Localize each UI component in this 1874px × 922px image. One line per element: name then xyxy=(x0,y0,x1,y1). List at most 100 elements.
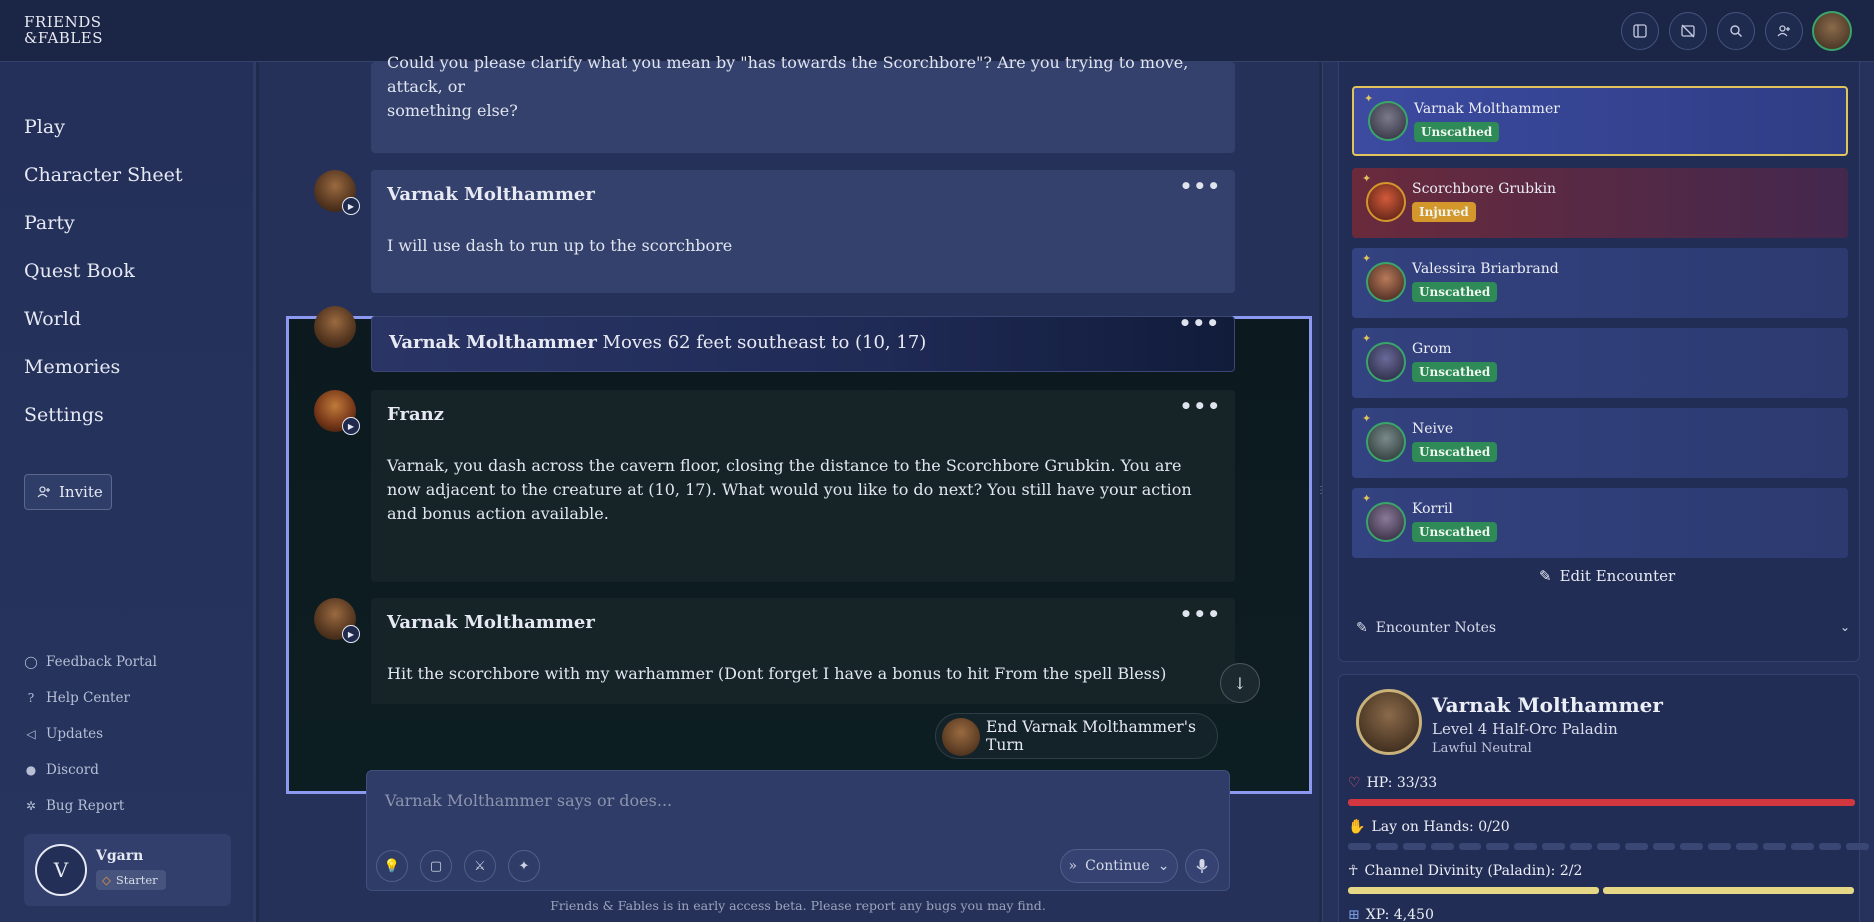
channel-divinity-bar xyxy=(1348,887,1854,894)
nav-settings[interactable]: Settings xyxy=(24,404,104,426)
add-user-icon xyxy=(1777,25,1790,37)
microphone-button[interactable] xyxy=(1185,849,1219,883)
panel-resize-handle[interactable]: ⋮ xyxy=(1316,485,1326,499)
add-user-button[interactable] xyxy=(1765,12,1803,50)
lay-on-hands-segment xyxy=(1791,843,1814,850)
app-logo[interactable]: FRIENDS &FABLES xyxy=(24,14,103,46)
lay-on-hands-segment xyxy=(1818,843,1842,850)
play-audio-icon[interactable]: ▶ xyxy=(342,625,360,643)
nav-play[interactable]: Play xyxy=(24,116,65,138)
lay-on-hands-segment xyxy=(1763,843,1786,850)
message-body: Hit the scorchbore with my warhammer (Do… xyxy=(387,664,1167,683)
suggestion-button[interactable]: 💡 xyxy=(376,850,408,882)
updates-link[interactable]: ◁ Updates xyxy=(24,726,103,742)
divinity-icon: ☥ xyxy=(1348,863,1359,879)
dice-button[interactable]: ▢ xyxy=(420,850,452,882)
hand-icon: ✋ xyxy=(1348,819,1366,835)
end-turn-button[interactable]: End Varnak Molthammer's Turn xyxy=(935,713,1218,759)
message-menu-icon[interactable]: ••• xyxy=(1180,174,1221,198)
combatant-card[interactable]: ✦ Korril Unscathed xyxy=(1352,488,1848,558)
combatant-name: Scorchbore Grubkin xyxy=(1412,181,1557,197)
logo-line-1: FRIENDS xyxy=(24,13,102,31)
search-button[interactable] xyxy=(1717,12,1755,50)
message-avatar[interactable] xyxy=(314,306,356,348)
combat-button[interactable]: ⚔ xyxy=(464,850,496,882)
sidebar-toggle-button[interactable] xyxy=(1621,12,1659,50)
sparkle-icon: ✦ xyxy=(1362,412,1372,425)
feedback-portal-link[interactable]: ◯ Feedback Portal xyxy=(24,654,157,670)
edit-encounter-button[interactable]: ✎ Edit Encounter xyxy=(1539,567,1675,585)
message-menu-icon[interactable]: ••• xyxy=(1179,311,1220,335)
crossed-swords-icon: ⚔ xyxy=(474,858,486,874)
continue-label: Continue xyxy=(1085,858,1150,874)
help-center-link[interactable]: ? Help Center xyxy=(24,690,130,706)
nav-world[interactable]: World xyxy=(24,308,81,330)
bug-icon: ✲ xyxy=(25,799,37,813)
lay-on-hands-segment xyxy=(1348,843,1371,850)
lay-on-hands-segment xyxy=(1514,843,1537,850)
double-chevron-icon: » xyxy=(1068,858,1078,874)
character-level: Level 4 Half-Orc Paladin xyxy=(1432,720,1618,738)
combatant-name: Varnak Molthammer xyxy=(1414,101,1560,117)
message-menu-icon[interactable]: ••• xyxy=(1180,602,1221,626)
user-card[interactable]: V Vgarn ◇ Starter xyxy=(24,834,231,906)
lay-on-hands-segment xyxy=(1431,843,1454,850)
combatant-card[interactable]: ✦ Valessira Briarbrand Unscathed xyxy=(1352,248,1848,318)
message-author: Varnak Molthammer xyxy=(389,332,597,353)
sparkle-icon: ✦ xyxy=(1364,92,1374,105)
message-menu-icon[interactable]: ••• xyxy=(1180,394,1221,418)
status-badge: Unscathed xyxy=(1412,362,1498,382)
combatant-name: Korril xyxy=(1412,501,1453,517)
lightbulb-icon: 💡 xyxy=(383,858,401,874)
user-avatar[interactable] xyxy=(1812,11,1852,51)
character-portrait[interactable] xyxy=(1356,689,1422,755)
arrow-down-icon: ↓ xyxy=(1233,673,1247,693)
hide-images-button[interactable] xyxy=(1669,12,1707,50)
divinity-charge xyxy=(1348,887,1599,894)
message-author: Franz xyxy=(387,404,444,425)
combatant-card[interactable]: ✦ Neive Unscathed xyxy=(1352,408,1848,478)
updates-label: Updates xyxy=(46,726,104,742)
play-audio-icon[interactable]: ▶ xyxy=(342,197,360,215)
message-author: Varnak Molthammer xyxy=(387,184,595,205)
status-badge: Injured xyxy=(1412,202,1476,222)
spell-button[interactable]: ✦ xyxy=(508,850,540,882)
chat-bubble-icon: ◯ xyxy=(24,655,38,669)
message-body: Could you please clarify what you mean b… xyxy=(387,51,1219,123)
combatant-card[interactable]: ✦ Grom Unscathed xyxy=(1352,328,1848,398)
diamond-icon: ◇ xyxy=(102,873,111,887)
lay-on-hands-segment xyxy=(1569,843,1593,850)
combatant-card[interactable]: ✦ Scorchbore Grubkin Injured xyxy=(1352,168,1848,238)
encounter-notes-label: Encounter Notes xyxy=(1375,620,1497,636)
scroll-down-button[interactable]: ↓ xyxy=(1220,663,1260,703)
message-input-placeholder[interactable]: Varnak Molthammer says or does... xyxy=(385,791,672,810)
discord-link[interactable]: ● Discord xyxy=(24,762,99,778)
play-audio-icon[interactable]: ▶ xyxy=(342,417,360,435)
nav-quest-book[interactable]: Quest Book xyxy=(24,260,135,282)
discord-label: Discord xyxy=(46,762,99,778)
user-initial-avatar: V xyxy=(35,844,87,896)
turn-avatar xyxy=(942,718,980,756)
user-name: Vgarn xyxy=(96,848,144,864)
nav-party[interactable]: Party xyxy=(24,212,75,234)
message-input-box[interactable]: Varnak Molthammer says or does... 💡 ▢ ⚔ … xyxy=(366,770,1230,891)
help-center-label: Help Center xyxy=(46,690,130,706)
status-badge: Unscathed xyxy=(1412,282,1498,302)
movement-text: Varnak Molthammer Moves 62 feet southeas… xyxy=(389,332,926,353)
feedback-portal-label: Feedback Portal xyxy=(46,654,157,670)
left-sidebar: Play Character Sheet Party Quest Book Wo… xyxy=(0,62,256,922)
encounter-notes-toggle[interactable]: ✎ Encounter Notes ⌄ xyxy=(1356,620,1850,636)
nav-memories[interactable]: Memories xyxy=(24,356,120,378)
nav-character-sheet[interactable]: Character Sheet xyxy=(24,164,183,186)
combatant-card-active[interactable]: ✦ Varnak Molthammer Unscathed xyxy=(1352,86,1848,156)
bug-report-link[interactable]: ✲ Bug Report xyxy=(24,798,124,814)
sparkle-icon: ✦ xyxy=(1362,252,1372,265)
continue-button[interactable]: » Continue ⌄ xyxy=(1060,849,1178,883)
character-name: Varnak Molthammer xyxy=(1432,693,1663,717)
lay-on-hands-segment xyxy=(1735,843,1759,850)
status-badge: Unscathed xyxy=(1414,122,1500,142)
lay-on-hands-segment xyxy=(1624,843,1648,850)
combatant-name: Valessira Briarbrand xyxy=(1412,261,1559,277)
invite-button[interactable]: Invite xyxy=(24,474,112,510)
end-turn-label: End Varnak Molthammer's Turn xyxy=(986,718,1196,754)
